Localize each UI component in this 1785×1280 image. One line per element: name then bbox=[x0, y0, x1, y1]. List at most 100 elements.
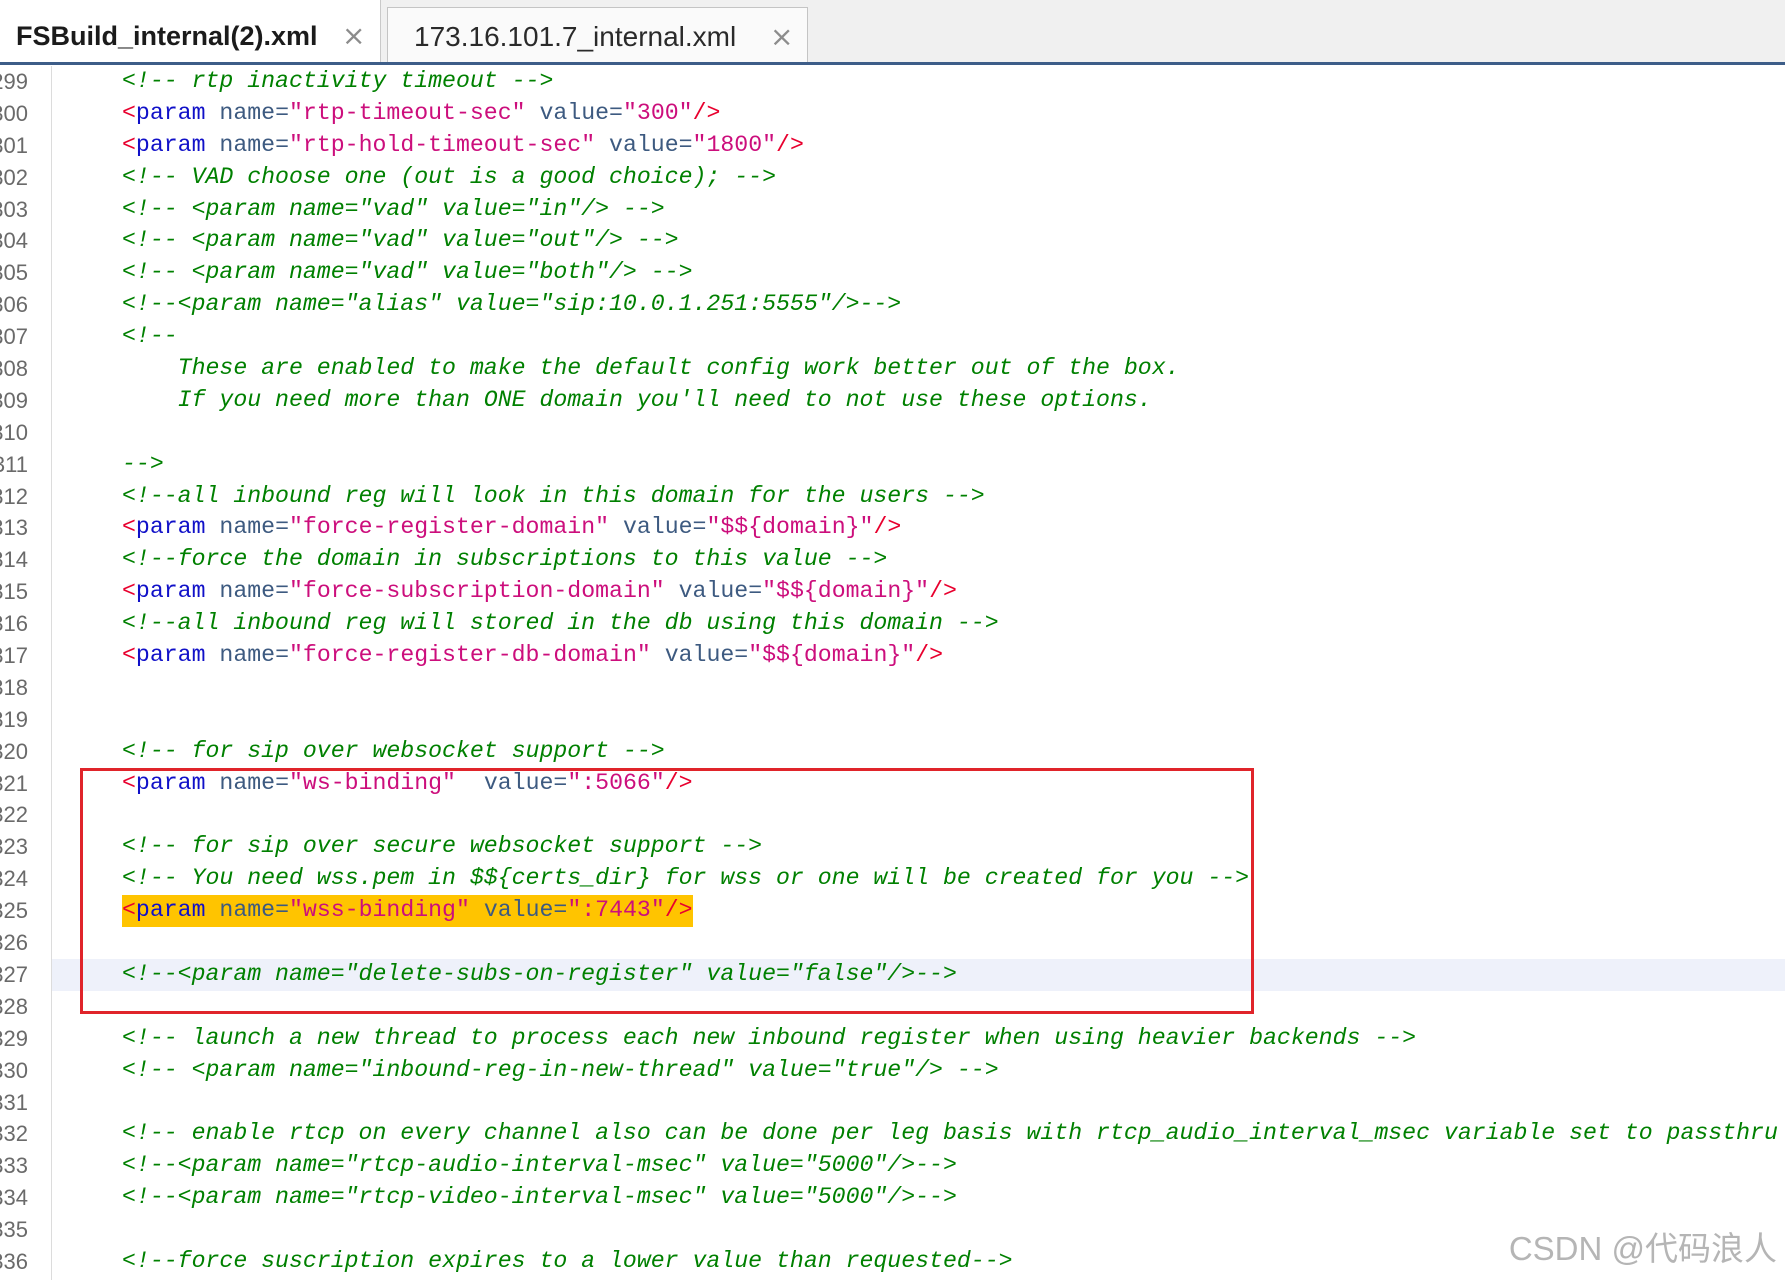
code-line[interactable]: 320 <!-- for sip over websocket support -… bbox=[0, 736, 1785, 768]
code-text[interactable]: <!--<param name="alias" value="sip:10.0.… bbox=[122, 289, 901, 321]
code-text[interactable]: <!-- <param name="inbound-reg-in-new-thr… bbox=[122, 1055, 999, 1087]
code-text[interactable]: <!-- VAD choose one (out is a good choic… bbox=[122, 162, 776, 194]
code-text[interactable]: <!-- <param name="vad" value="in"/> --> bbox=[122, 194, 665, 226]
code-line[interactable]: 312 <!--all inbound reg will look in this… bbox=[0, 481, 1785, 513]
line-number: 310 bbox=[0, 419, 28, 445]
code-line[interactable]: 318 bbox=[0, 672, 1785, 704]
line-number: 313 bbox=[0, 515, 28, 541]
code-text[interactable]: <!--all inbound reg will stored in the d… bbox=[122, 608, 999, 640]
marked-code-text[interactable]: <param name="wss-binding" value=":7443"/… bbox=[122, 895, 693, 928]
code-line[interactable]: 317 <param name="force-register-db-domain… bbox=[0, 640, 1785, 672]
code-line[interactable]: 311 --> bbox=[0, 449, 1785, 481]
code-line[interactable]: 315 <param name="force-subscription-domai… bbox=[0, 576, 1785, 608]
code-line[interactable]: 305 <!-- <param name="vad" value="both"/>… bbox=[0, 257, 1785, 289]
code-text[interactable]: <param name="ws-binding" value=":5066"/> bbox=[122, 768, 693, 800]
code-text[interactable]: <param name="force-subscription-domain" … bbox=[122, 576, 957, 608]
code-line[interactable]: 304 <!-- <param name="vad" value="out"/> … bbox=[0, 225, 1785, 257]
code-line[interactable]: 303 <!-- <param name="vad" value="in"/> -… bbox=[0, 194, 1785, 226]
code-line[interactable]: 307 <!-- bbox=[0, 321, 1785, 353]
code-line[interactable]: 332 <!-- enable rtcp on every channel als… bbox=[0, 1118, 1785, 1150]
xml-bracket: /> bbox=[929, 578, 957, 605]
code-text[interactable]: <!--force suscription expires to a lower… bbox=[122, 1246, 1013, 1278]
xml-bracket: < bbox=[122, 578, 136, 605]
line-number: 305 bbox=[0, 260, 28, 286]
xml-attribute-value: "$${domain}" bbox=[762, 578, 930, 605]
code-line[interactable]: 300 <param name="rtp-timeout-sec" value="… bbox=[0, 98, 1785, 130]
code-text[interactable]: <!--<param name="rtcp-video-interval-mse… bbox=[122, 1182, 957, 1214]
tab-fsbuild-internal-2-xml[interactable]: FSBuild_internal(2).xml × bbox=[0, 0, 381, 62]
code-text[interactable]: <!-- for sip over secure websocket suppo… bbox=[122, 831, 762, 863]
close-icon[interactable]: × bbox=[342, 19, 365, 53]
line-number: 307 bbox=[0, 324, 28, 350]
code-line[interactable]: 301 <param name="rtp-hold-timeout-sec" va… bbox=[0, 130, 1785, 162]
code-line[interactable]: 308 These are enabled to make the defaul… bbox=[0, 353, 1785, 385]
code-text[interactable]: <!-- launch a new thread to process each… bbox=[122, 1023, 1416, 1055]
xml-attribute-value: "$${domain}" bbox=[706, 514, 874, 541]
xml-attribute-name: value= bbox=[539, 99, 623, 126]
line-number: 315 bbox=[0, 579, 28, 605]
line-number: 324 bbox=[0, 866, 28, 892]
xml-attribute-name: name= bbox=[219, 578, 289, 605]
code-text[interactable]: These are enabled to make the default co… bbox=[122, 353, 1180, 385]
line-number: 332 bbox=[0, 1121, 28, 1147]
code-text[interactable]: <!--<param name="delete-subs-on-register… bbox=[122, 959, 957, 991]
code-line[interactable]: 302 <!-- VAD choose one (out is a good ch… bbox=[0, 162, 1785, 194]
code-text[interactable]: <!-- enable rtcp on every channel also c… bbox=[122, 1118, 1778, 1150]
line-number: 330 bbox=[0, 1057, 28, 1083]
code-line[interactable]: 309 If you need more than ONE domain you… bbox=[0, 385, 1785, 417]
xml-bracket: /> bbox=[915, 642, 944, 669]
code-line[interactable]: 329 <!-- launch a new thread to process e… bbox=[0, 1023, 1785, 1055]
code-line[interactable]: 334 <!--<param name="rtcp-video-interval-… bbox=[0, 1182, 1785, 1214]
code-line[interactable]: 323 <!-- for sip over secure websocket su… bbox=[0, 831, 1785, 863]
xml-tag-name: param bbox=[135, 769, 206, 796]
code-line[interactable]: 333 <!--<param name="rtcp-audio-interval-… bbox=[0, 1150, 1785, 1182]
code-line[interactable]: 331 bbox=[0, 1087, 1785, 1119]
code-line[interactable]: 316 <!--all inbound reg will stored in th… bbox=[0, 608, 1785, 640]
xml-attribute-name: name= bbox=[219, 99, 289, 126]
code-line[interactable]: 325 <param name="wss-binding" value=":744… bbox=[0, 895, 1785, 928]
code-text[interactable]: <param name="force-register-domain" valu… bbox=[122, 512, 901, 544]
code-text[interactable]: <!-- rtp inactivity timeout --> bbox=[122, 66, 553, 98]
tab-173-16-101-7-internal-xml[interactable]: 173.16.101.7_internal.xml × bbox=[387, 7, 808, 62]
code-line[interactable]: 314 <!--force the domain in subscriptions… bbox=[0, 544, 1785, 576]
xml-attribute-value: "force-subscription-domain" bbox=[289, 578, 665, 605]
code-text[interactable]: <!--<param name="rtcp-audio-interval-mse… bbox=[122, 1150, 957, 1182]
code-line[interactable]: 328 bbox=[0, 991, 1785, 1023]
line-number: 304 bbox=[0, 228, 28, 254]
code-line[interactable]: 330 <!-- <param name="inbound-reg-in-new-… bbox=[0, 1055, 1785, 1087]
xml-bracket: < bbox=[122, 99, 136, 126]
xml-tag-name: param bbox=[135, 131, 206, 158]
xml-bracket: < bbox=[122, 642, 136, 669]
code-text[interactable]: <!-- for sip over websocket support --> bbox=[122, 736, 665, 768]
code-line[interactable]: 306 <!--<param name="alias" value="sip:10… bbox=[0, 289, 1785, 321]
code-line[interactable]: 319 bbox=[0, 704, 1785, 736]
code-text[interactable]: <!-- bbox=[122, 321, 178, 353]
editor-area[interactable]: 299<!-- rtp inactivity timeout -->300<pa… bbox=[0, 66, 1785, 1280]
code-line[interactable]: 322 bbox=[0, 799, 1785, 831]
code-text[interactable]: <param name="force-register-db-domain" v… bbox=[122, 640, 943, 672]
code-text[interactable]: <!--all inbound reg will look in this do… bbox=[122, 481, 985, 513]
code-text[interactable]: If you need more than ONE domain you'll … bbox=[122, 385, 1152, 417]
code-text[interactable]: --> bbox=[122, 449, 164, 481]
code-text[interactable]: <!-- <param name="vad" value="out"/> --> bbox=[122, 225, 679, 257]
line-number: 318 bbox=[0, 674, 28, 700]
line-number: 335 bbox=[0, 1217, 28, 1243]
code-text[interactable]: <!-- <param name="vad" value="both"/> --… bbox=[122, 257, 693, 289]
code-text[interactable]: <param name="rtp-timeout-sec" value="300… bbox=[122, 98, 720, 130]
close-icon[interactable]: × bbox=[770, 20, 793, 54]
line-number: 336 bbox=[0, 1248, 28, 1274]
tab-bar-divider bbox=[0, 62, 1785, 65]
code-text[interactable]: <!-- You need wss.pem in $${certs_dir} f… bbox=[122, 863, 1249, 895]
current-code-line[interactable]: 327 <!--<param name="delete-subs-on-regis… bbox=[0, 958, 1785, 991]
xml-bracket: /> bbox=[873, 514, 902, 541]
code-text[interactable]: <param name="rtp-hold-timeout-sec" value… bbox=[122, 130, 804, 162]
code-line[interactable]: 324 <!-- You need wss.pem in $${certs_dir… bbox=[0, 863, 1785, 895]
xml-tag-name: param bbox=[135, 514, 206, 541]
code-line[interactable]: 326 bbox=[0, 927, 1785, 959]
xml-bracket: /> bbox=[692, 99, 721, 126]
code-line[interactable]: 310 bbox=[0, 417, 1785, 449]
code-text[interactable]: <!--force the domain in subscriptions to… bbox=[122, 544, 887, 576]
code-line[interactable]: 321 <param name="ws-binding" value=":5066… bbox=[0, 768, 1785, 800]
code-line[interactable]: 313 <param name="force-register-domain" v… bbox=[0, 512, 1785, 544]
code-line[interactable]: 299 <!-- rtp inactivity timeout --> bbox=[0, 66, 1785, 98]
